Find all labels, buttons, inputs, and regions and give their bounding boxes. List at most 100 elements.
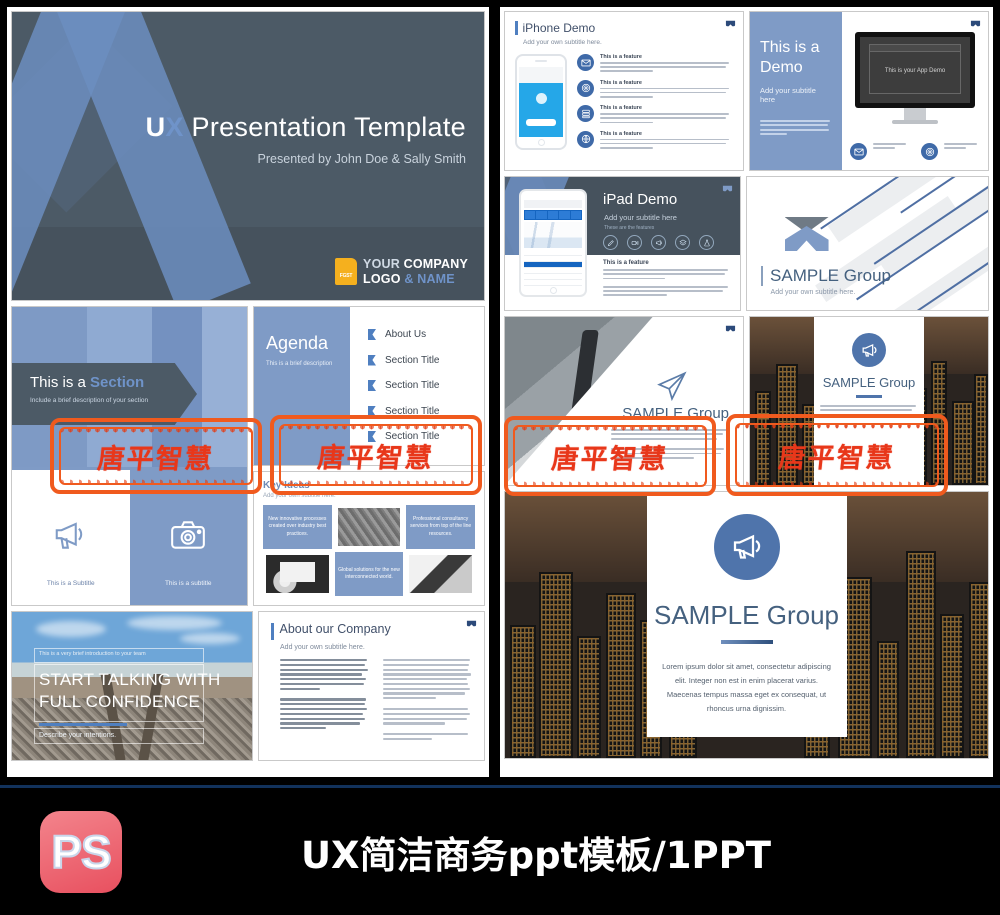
rail-headline: START TALKING WITH FULL CONFIDENCE bbox=[39, 669, 221, 713]
photoshop-logo-icon: PS bbox=[40, 810, 122, 893]
demo-subtitle: Add your subtitle here bbox=[760, 86, 816, 104]
agenda-item-label: Section Title bbox=[385, 380, 440, 391]
list-item[interactable]: About Us bbox=[368, 329, 484, 340]
about-title: About our Company bbox=[279, 622, 391, 636]
agenda-item-label: Section Title bbox=[385, 431, 440, 442]
cover-title: UX Presentation Template bbox=[146, 112, 466, 143]
iphone-mockup bbox=[515, 54, 567, 150]
table-row[interactable]: New innovative processes created over in… bbox=[263, 505, 332, 549]
slide-sample-group-city-large[interactable]: SAMPLE Group Lorem ipsum dolor sit amet,… bbox=[504, 491, 989, 759]
idea-text: New innovative processes created over in… bbox=[268, 515, 327, 537]
sample-title-a: SAMPLE bbox=[822, 375, 876, 390]
slide-key-ideas[interactable]: Key Ideas Add your own subtitle here. Ne… bbox=[253, 471, 485, 606]
key-ideas-title: Key Ideas bbox=[263, 480, 310, 491]
bookmark-icon bbox=[725, 324, 736, 333]
cover-logo: FGST YOUR COMPANY LOGO & NAME bbox=[335, 257, 468, 286]
cover-title-u: U bbox=[145, 112, 166, 142]
feature-heading: This is a feature bbox=[603, 260, 649, 266]
camera-icon bbox=[166, 516, 210, 559]
demo-paragraph bbox=[760, 120, 832, 135]
chevron-bullet-icon bbox=[368, 431, 376, 442]
slide-iphone-demo[interactable]: iPhone Demo Add your own subtitle here. … bbox=[504, 11, 744, 171]
iphone-feature-list: This is a feature This is a feature This… bbox=[577, 54, 733, 151]
megaphone-icon bbox=[713, 514, 780, 580]
ipad-subtitle: Add your subtitle here bbox=[604, 213, 677, 222]
cover-title-x: X bbox=[165, 112, 184, 142]
section-block-4 bbox=[202, 307, 247, 467]
bottom-title-bar: PS UX简洁商务ppt模板/1PPT bbox=[0, 785, 1000, 915]
sample-title-b: Group bbox=[839, 266, 892, 285]
pen-icon[interactable] bbox=[603, 235, 618, 250]
aerial-photo bbox=[337, 508, 401, 546]
table-row[interactable] bbox=[263, 552, 332, 596]
sample-plane-heading: SAMPLE Group bbox=[622, 405, 729, 422]
list-item[interactable]: This is a feature bbox=[577, 130, 733, 152]
slide-title-cover[interactable]: UX Presentation Template Presented by Jo… bbox=[11, 11, 485, 301]
slide-ipad-demo[interactable]: iPad Demo Add your subtitle here These a… bbox=[504, 176, 741, 311]
demo-screen-label: This is your App Demo bbox=[884, 68, 946, 75]
slide-sample-group-stripes[interactable]: SAMPLE Group Add your own subtitle here. bbox=[745, 176, 989, 311]
slide-sample-group-plane[interactable]: SAMPLE Group bbox=[504, 316, 744, 486]
ipad-icon-row bbox=[603, 235, 714, 250]
fingerprint-icon bbox=[577, 79, 594, 97]
city-large-heading: SAMPLE Group bbox=[505, 600, 988, 631]
rail-headline-line2: FULL CONFIDENCE bbox=[39, 691, 201, 711]
slide-section-divider[interactable]: This is a Section Include a brief descri… bbox=[11, 306, 248, 606]
layers-icon[interactable] bbox=[675, 235, 690, 250]
agenda-left-pane: Agenda This is a brief description bbox=[254, 307, 350, 465]
section-subtitle: Include a brief description of your sect… bbox=[30, 397, 149, 404]
sample-title-b: Group bbox=[759, 600, 839, 630]
list-item[interactable]: Section Title bbox=[368, 354, 484, 366]
feature-heading: This is a feature bbox=[600, 54, 642, 60]
megaphone-icon bbox=[49, 516, 93, 559]
slide-about-company[interactable]: About our Company Add your own subtitle … bbox=[258, 611, 485, 761]
slide-sample-group-city-small[interactable]: SAMPLE Group bbox=[749, 316, 989, 486]
section-cell-2-caption: This is a subtitle bbox=[164, 580, 212, 587]
agenda-subtitle: This is a brief description bbox=[266, 361, 333, 367]
ipad-title: iPad Demo bbox=[603, 191, 678, 208]
list-item[interactable]: Section Title bbox=[368, 431, 484, 442]
section-cell-1[interactable]: This is a Subtitle bbox=[12, 470, 130, 605]
video-icon[interactable] bbox=[627, 235, 642, 250]
document-logo-icon: FGST bbox=[335, 258, 358, 286]
table-row[interactable] bbox=[335, 505, 404, 549]
flask-icon[interactable] bbox=[699, 235, 714, 250]
sample-title-a: SAMPLE bbox=[770, 266, 840, 285]
section-cell-2[interactable]: This is a subtitle bbox=[129, 470, 247, 605]
list-item[interactable] bbox=[850, 143, 909, 160]
rail-underline bbox=[39, 723, 127, 726]
list-item[interactable]: Section Title bbox=[368, 405, 484, 417]
list-item[interactable]: Section Title bbox=[368, 380, 484, 391]
globe-icon bbox=[577, 130, 594, 148]
megaphone-icon[interactable] bbox=[651, 235, 666, 250]
sample-group-subtitle: Add your own subtitle here. bbox=[770, 289, 856, 296]
left-preview-panel: UX Presentation Template Presented by Jo… bbox=[4, 4, 492, 780]
rail-headline-line1: START TALKING WITH bbox=[39, 670, 221, 689]
iphone-title: iPhone Demo bbox=[522, 21, 596, 35]
paper-plane-icon bbox=[655, 369, 689, 408]
chevron-bullet-icon bbox=[368, 380, 376, 391]
idea-text: Global solutions for the new interconnec… bbox=[338, 566, 400, 581]
section-title: This is a Section bbox=[30, 374, 145, 391]
bookmark-icon bbox=[722, 184, 733, 193]
table-row[interactable]: Professional consultancy services from t… bbox=[406, 505, 475, 549]
feature-heading: This is a feature bbox=[600, 79, 642, 86]
agenda-list: About Us Section Title Section Title Sec… bbox=[350, 307, 484, 465]
rail-describe: Describe your intentions. bbox=[39, 732, 117, 739]
city-large-paragraph: Lorem ipsum dolor sit amet, consectetur … bbox=[662, 662, 831, 713]
list-item[interactable] bbox=[921, 143, 980, 160]
list-item[interactable]: This is a feature bbox=[577, 105, 733, 126]
agenda-title: Agenda bbox=[266, 333, 329, 353]
city-paragraph bbox=[820, 405, 918, 418]
table-row[interactable]: Global solutions for the new interconnec… bbox=[334, 552, 404, 596]
slide-agenda[interactable]: Agenda This is a brief description About… bbox=[253, 306, 485, 466]
list-item[interactable]: This is a feature bbox=[577, 79, 733, 101]
agenda-item-label: Section Title bbox=[385, 354, 440, 366]
list-item[interactable]: This is a feature bbox=[577, 54, 733, 75]
accent-bar bbox=[760, 266, 764, 286]
x-logo-icon bbox=[784, 217, 829, 251]
table-row[interactable] bbox=[406, 552, 475, 596]
slide-app-demo[interactable]: This is a Demo Add your subtitle here Th… bbox=[749, 11, 989, 171]
logo-line-2: LOGO & NAME bbox=[363, 271, 455, 286]
slide-start-talking[interactable]: This is a very brief introduction to you… bbox=[11, 611, 254, 761]
